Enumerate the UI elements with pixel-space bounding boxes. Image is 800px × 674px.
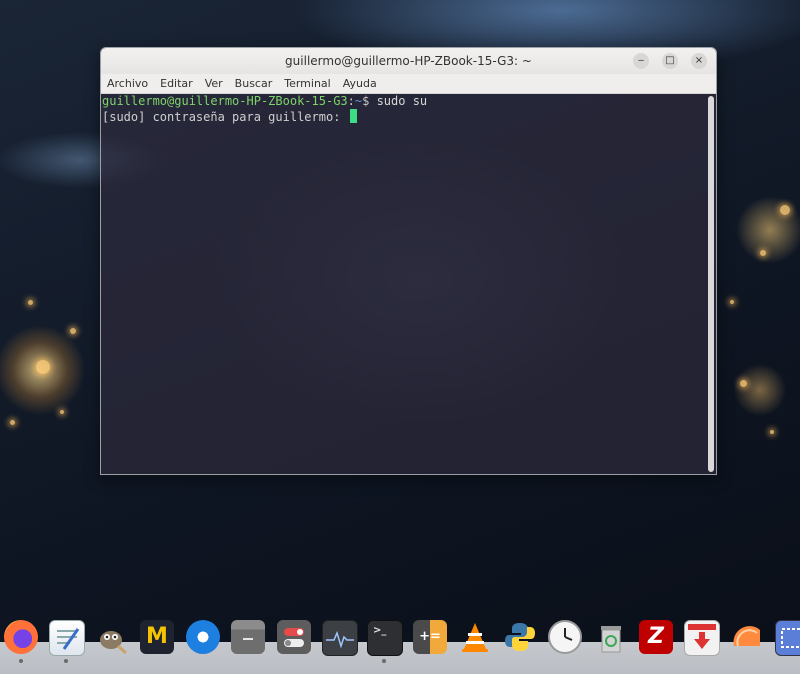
screenshot-icon[interactable] [775,620,800,656]
text-editor-icon[interactable] [49,620,85,656]
menu-ayuda[interactable]: Ayuda [337,74,383,93]
clock-icon[interactable] [548,620,582,654]
menu-terminal[interactable]: Terminal [278,74,337,93]
calculator-icon[interactable]: += [413,620,447,654]
menu-ver[interactable]: Ver [199,74,229,93]
city-light [36,360,50,374]
typed-command: sudo su [369,94,428,108]
dock: M >_ += Z [0,612,800,674]
prompt-user-host: guillermo@guillermo-HP-ZBook-15-G3 [102,94,348,108]
city-light [780,205,790,215]
terminal-line-password: [sudo] contraseña para guillermo: [102,109,357,125]
mendeley-icon[interactable]: M [140,620,174,654]
firefox-icon[interactable] [4,620,38,654]
city-light [730,300,734,304]
running-indicator [64,659,68,663]
prompt-separator: : [347,94,355,108]
settings-icon[interactable] [277,620,311,654]
gimp-icon[interactable] [94,620,128,655]
city-light [10,420,15,425]
mendeley-glyph: M [146,624,168,649]
menu-buscar[interactable]: Buscar [229,74,279,93]
trash-icon[interactable] [594,620,628,654]
terminal-icon[interactable]: >_ [367,620,403,656]
text-cursor [349,109,357,123]
close-button[interactable]: × [691,53,707,69]
running-indicator [19,659,23,663]
orange-icon[interactable] [730,620,764,654]
city-light [770,430,774,434]
menu-bar: Archivo Editar Ver Buscar Terminal Ayuda [101,74,716,94]
system-monitor-icon[interactable] [322,620,358,656]
running-indicator [382,659,386,663]
menu-archivo[interactable]: Archivo [101,74,154,93]
filezilla-icon[interactable]: Z [639,620,673,654]
terminal-area[interactable]: guillermo@guillermo-HP-ZBook-15-G3:~$ su… [101,94,716,474]
files-icon[interactable] [231,620,265,654]
city-light [28,300,33,305]
maximize-button[interactable]: □ [662,53,678,69]
calculator-glyph: += [419,629,441,644]
filezilla-glyph: Z [648,624,664,649]
city-light [70,328,76,334]
city-light [60,410,64,414]
city-light [740,380,747,387]
terminal-window[interactable]: guillermo@guillermo-HP-ZBook-15-G3: ~ ‒ … [100,47,717,475]
menu-editar[interactable]: Editar [154,74,199,93]
python-icon[interactable] [503,620,537,654]
city-light [760,250,766,256]
vlc-icon[interactable] [458,620,492,654]
terminal-glyph: >_ [373,625,387,636]
terminal-scrollbar[interactable] [708,96,714,472]
window-title: guillermo@guillermo-HP-ZBook-15-G3: ~ [285,54,532,68]
downloader-icon[interactable] [684,620,720,656]
window-titlebar[interactable]: guillermo@guillermo-HP-ZBook-15-G3: ~ ‒ … [101,48,716,74]
sudo-password-prompt: [sudo] contraseña para guillermo: [102,110,348,124]
thunderbird-icon[interactable] [186,620,220,654]
terminal-line-command: guillermo@guillermo-HP-ZBook-15-G3:~$ su… [102,94,427,109]
minimize-button[interactable]: ‒ [633,53,649,69]
